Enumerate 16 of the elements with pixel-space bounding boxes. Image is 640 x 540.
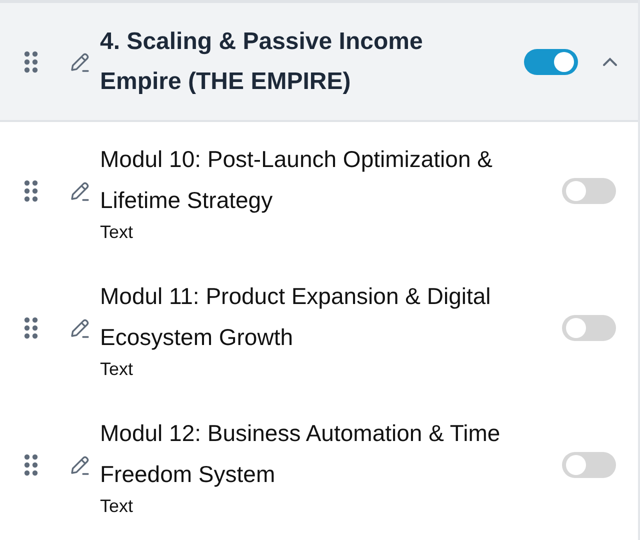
module-type: Text bbox=[100, 358, 134, 380]
drag-handle-icon[interactable] bbox=[24, 50, 38, 72]
drag-handle-icon[interactable] bbox=[24, 316, 38, 338]
toggle-switch[interactable] bbox=[562, 314, 616, 340]
module-type: Text bbox=[100, 494, 134, 516]
module-title: Modul 11: Product Expansion & Digital Ecosystem Growth bbox=[100, 282, 492, 352]
chevron-icon[interactable] bbox=[602, 56, 618, 66]
drag-handle-icon[interactable] bbox=[24, 454, 38, 476]
toggle-switch[interactable] bbox=[562, 452, 616, 478]
module-title: Modul 10: Post-Launch Optimization & Lifetime Strategy bbox=[100, 144, 494, 215]
module-type: Text bbox=[100, 220, 134, 242]
module-title: Modul 12: Business Automation & Time Freedom System bbox=[100, 418, 502, 489]
toggle-switch[interactable] bbox=[562, 178, 616, 204]
toggle-switch[interactable] bbox=[524, 48, 578, 74]
section-title: 4. Scaling & Passive Income Empire (THE EMPIRE) bbox=[100, 26, 424, 96]
drag-handle-icon[interactable] bbox=[24, 180, 38, 202]
